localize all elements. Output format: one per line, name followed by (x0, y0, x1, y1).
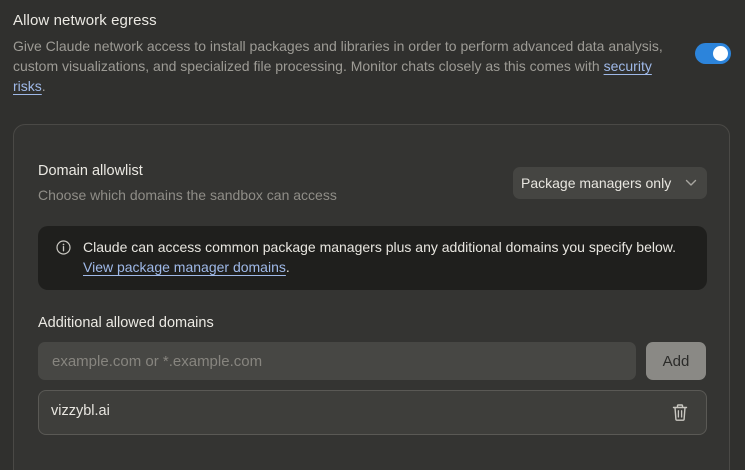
additional-domains-title: Additional allowed domains (38, 315, 214, 331)
trash-icon[interactable] (671, 403, 689, 422)
dropdown-selected-value: Package managers only (521, 175, 672, 191)
add-domain-button[interactable]: Add (646, 342, 706, 380)
network-egress-description-text: Give Claude network access to install pa… (13, 38, 663, 74)
info-message: Claude can access common package manager… (83, 237, 693, 277)
network-egress-title: Allow network egress (13, 12, 157, 29)
info-icon (56, 240, 71, 255)
allowlist-mode-dropdown[interactable]: Package managers only (513, 167, 707, 199)
view-package-manager-domains-link[interactable]: View package manager domains (83, 259, 286, 275)
network-egress-toggle[interactable] (695, 43, 731, 64)
domain-input[interactable] (38, 342, 636, 380)
domain-name: vizzybl.ai (51, 403, 110, 419)
domain-allowlist-title: Domain allowlist (38, 163, 143, 179)
domain-allowlist-subtitle: Choose which domains the sandbox can acc… (38, 187, 337, 203)
network-egress-description-suffix: . (41, 78, 46, 94)
toggle-knob (713, 46, 728, 61)
info-message-suffix: . (285, 259, 290, 275)
domain-allowlist-panel: Domain allowlist Choose which domains th… (13, 124, 730, 470)
package-manager-info-box: Claude can access common package manager… (38, 226, 707, 290)
network-egress-description: Give Claude network access to install pa… (13, 36, 673, 96)
domain-list-item: vizzybl.ai (38, 390, 707, 435)
info-message-text: Claude can access common package manager… (83, 239, 677, 255)
chevron-down-icon (685, 179, 697, 187)
network-settings-page: Allow network egress Give Claude network… (0, 0, 745, 470)
